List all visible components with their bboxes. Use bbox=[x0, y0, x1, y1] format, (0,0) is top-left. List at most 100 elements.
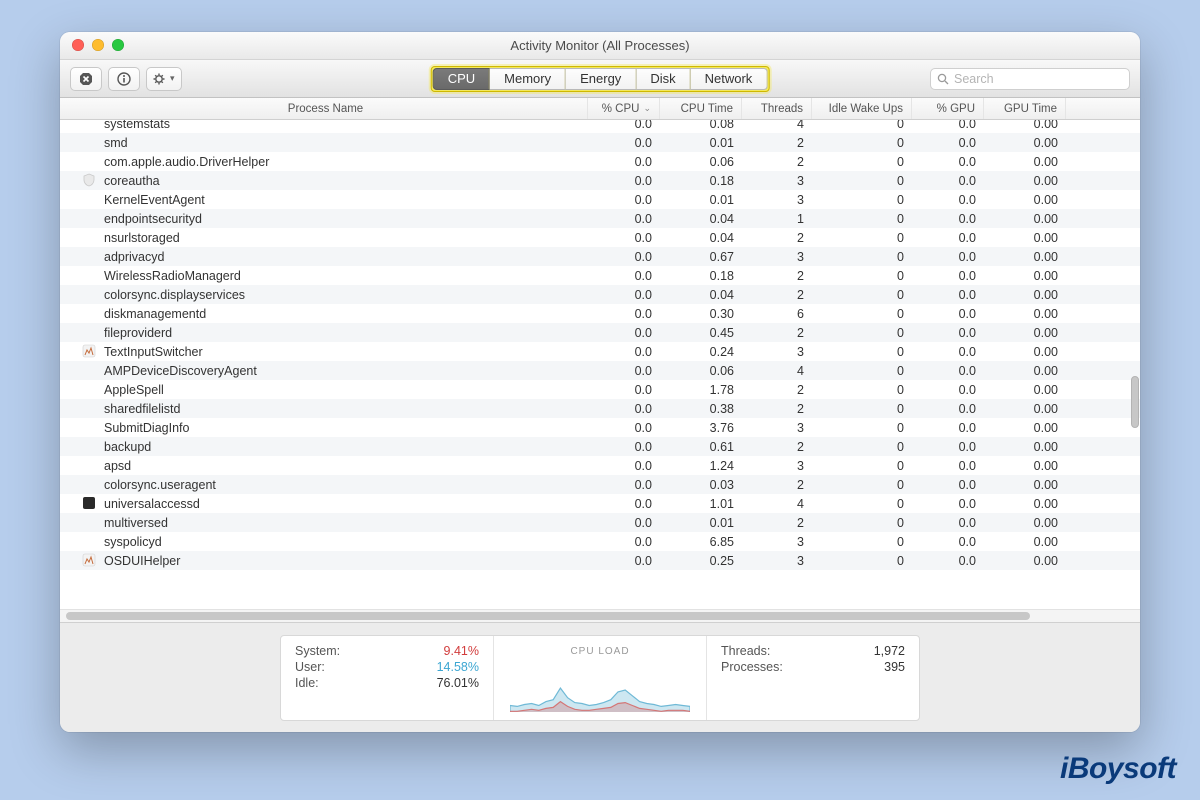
user-label: User: bbox=[295, 660, 325, 674]
cell-cpu: 0.0 bbox=[588, 494, 660, 513]
cell-gpu: 0.0 bbox=[912, 513, 984, 532]
cell-gpu: 0.0 bbox=[912, 285, 984, 304]
cell-gpu-time: 0.00 bbox=[984, 456, 1066, 475]
cell-cpu-time: 0.18 bbox=[660, 171, 742, 190]
cell-cpu: 0.0 bbox=[588, 437, 660, 456]
cell-gpu-time: 0.00 bbox=[984, 418, 1066, 437]
process-name: sharedfilelistd bbox=[104, 402, 180, 416]
table-row[interactable]: adprivacyd0.00.67300.00.00 bbox=[60, 247, 1140, 266]
column-header-threads[interactable]: Threads bbox=[742, 98, 812, 119]
search-field[interactable] bbox=[930, 68, 1130, 90]
table-row[interactable]: TextInputSwitcher0.00.24300.00.00 bbox=[60, 342, 1140, 361]
table-row[interactable]: syspolicyd0.06.85300.00.00 bbox=[60, 532, 1140, 551]
table-row[interactable]: smd0.00.01200.00.00 bbox=[60, 133, 1140, 152]
tab-memory[interactable]: Memory bbox=[490, 68, 566, 90]
column-header-cpu-label: % CPU bbox=[602, 103, 640, 115]
cell-gpu: 0.0 bbox=[912, 120, 984, 133]
cell-gpu: 0.0 bbox=[912, 247, 984, 266]
cell-cpu: 0.0 bbox=[588, 361, 660, 380]
cell-threads: 3 bbox=[742, 171, 812, 190]
close-window-button[interactable] bbox=[72, 39, 84, 51]
cell-gpu: 0.0 bbox=[912, 152, 984, 171]
cell-cpu-time: 0.03 bbox=[660, 475, 742, 494]
search-input[interactable] bbox=[954, 72, 1123, 86]
column-header-cpu[interactable]: % CPU ⌄ bbox=[588, 98, 660, 119]
tab-network[interactable]: Network bbox=[691, 68, 768, 90]
cell-idle-wake-ups: 0 bbox=[812, 209, 912, 228]
process-name: WirelessRadioManagerd bbox=[104, 269, 241, 283]
table-row[interactable]: KernelEventAgent0.00.01300.00.00 bbox=[60, 190, 1140, 209]
table-row[interactable]: fileproviderd0.00.45200.00.00 bbox=[60, 323, 1140, 342]
cell-cpu: 0.0 bbox=[588, 456, 660, 475]
cell-gpu-time: 0.00 bbox=[984, 551, 1066, 570]
table-row[interactable]: SubmitDiagInfo0.03.76300.00.00 bbox=[60, 418, 1140, 437]
table-row[interactable]: universalaccessd0.01.01400.00.00 bbox=[60, 494, 1140, 513]
cell-cpu: 0.0 bbox=[588, 266, 660, 285]
settings-button[interactable]: ▾ bbox=[146, 67, 182, 91]
cell-gpu-time: 0.00 bbox=[984, 285, 1066, 304]
table-row[interactable]: systemstats0.00.08400.00.00 bbox=[60, 120, 1140, 133]
cell-gpu: 0.0 bbox=[912, 361, 984, 380]
tab-energy[interactable]: Energy bbox=[566, 68, 636, 90]
column-header-idle-wake-ups[interactable]: Idle Wake Ups bbox=[812, 98, 912, 119]
process-name: colorsync.useragent bbox=[104, 478, 216, 492]
vertical-scrollbar-thumb[interactable] bbox=[1131, 376, 1139, 428]
cell-cpu-time: 0.30 bbox=[660, 304, 742, 323]
cell-cpu-time: 0.01 bbox=[660, 133, 742, 152]
minimize-window-button[interactable] bbox=[92, 39, 104, 51]
cell-threads: 3 bbox=[742, 551, 812, 570]
cell-threads: 2 bbox=[742, 228, 812, 247]
cell-idle-wake-ups: 0 bbox=[812, 247, 912, 266]
chevron-down-icon: ▾ bbox=[170, 73, 175, 84]
cell-gpu: 0.0 bbox=[912, 323, 984, 342]
table-row[interactable]: colorsync.useragent0.00.03200.00.00 bbox=[60, 475, 1140, 494]
cell-cpu-time: 0.38 bbox=[660, 399, 742, 418]
cell-cpu-time: 0.08 bbox=[660, 120, 742, 133]
horizontal-scrollbar-thumb[interactable] bbox=[66, 612, 1030, 620]
column-header-gpu[interactable]: % GPU bbox=[912, 98, 984, 119]
idle-value: 76.01% bbox=[437, 676, 479, 690]
table-row[interactable]: endpointsecurityd0.00.04100.00.00 bbox=[60, 209, 1140, 228]
table-row[interactable]: nsurlstoraged0.00.04200.00.00 bbox=[60, 228, 1140, 247]
process-table-body[interactable]: systemstats0.00.08400.00.00smd0.00.01200… bbox=[60, 120, 1140, 609]
table-row[interactable]: AMPDeviceDiscoveryAgent0.00.06400.00.00 bbox=[60, 361, 1140, 380]
table-row[interactable]: coreautha0.00.18300.00.00 bbox=[60, 171, 1140, 190]
table-row[interactable]: OSDUIHelper0.00.25300.00.00 bbox=[60, 551, 1140, 570]
table-row[interactable]: com.apple.audio.DriverHelper0.00.06200.0… bbox=[60, 152, 1140, 171]
cell-gpu: 0.0 bbox=[912, 228, 984, 247]
horizontal-scrollbar[interactable] bbox=[60, 609, 1140, 622]
cell-gpu: 0.0 bbox=[912, 532, 984, 551]
column-header-gpu-time[interactable]: GPU Time bbox=[984, 98, 1066, 119]
table-row[interactable]: colorsync.displayservices0.00.04200.00.0… bbox=[60, 285, 1140, 304]
tab-cpu[interactable]: CPU bbox=[433, 68, 490, 90]
cell-idle-wake-ups: 0 bbox=[812, 532, 912, 551]
stop-process-button[interactable] bbox=[70, 67, 102, 91]
column-header-cpu-time[interactable]: CPU Time bbox=[660, 98, 742, 119]
stop-icon bbox=[79, 72, 93, 86]
table-row[interactable]: apsd0.01.24300.00.00 bbox=[60, 456, 1140, 475]
table-row[interactable]: AppleSpell0.01.78200.00.00 bbox=[60, 380, 1140, 399]
cell-cpu-time: 0.04 bbox=[660, 228, 742, 247]
process-name: syspolicyd bbox=[104, 535, 162, 549]
cell-gpu: 0.0 bbox=[912, 266, 984, 285]
process-name: apsd bbox=[104, 459, 131, 473]
cell-cpu: 0.0 bbox=[588, 380, 660, 399]
cell-threads: 2 bbox=[742, 266, 812, 285]
info-button[interactable] bbox=[108, 67, 140, 91]
table-row[interactable]: WirelessRadioManagerd0.00.18200.00.00 bbox=[60, 266, 1140, 285]
table-row[interactable]: multiversed0.00.01200.00.00 bbox=[60, 513, 1140, 532]
cell-gpu: 0.0 bbox=[912, 437, 984, 456]
table-row[interactable]: diskmanagementd0.00.30600.00.00 bbox=[60, 304, 1140, 323]
cell-idle-wake-ups: 0 bbox=[812, 304, 912, 323]
process-name: SubmitDiagInfo bbox=[104, 421, 189, 435]
cell-cpu-time: 0.04 bbox=[660, 209, 742, 228]
column-header-process-name[interactable]: Process Name bbox=[60, 98, 588, 119]
cell-idle-wake-ups: 0 bbox=[812, 361, 912, 380]
idle-label: Idle: bbox=[295, 676, 319, 690]
cell-gpu-time: 0.00 bbox=[984, 209, 1066, 228]
zoom-window-button[interactable] bbox=[112, 39, 124, 51]
table-row[interactable]: sharedfilelistd0.00.38200.00.00 bbox=[60, 399, 1140, 418]
table-row[interactable]: backupd0.00.61200.00.00 bbox=[60, 437, 1140, 456]
tab-highlight: CPU Memory Energy Disk Network bbox=[431, 66, 770, 92]
tab-disk[interactable]: Disk bbox=[636, 68, 690, 90]
